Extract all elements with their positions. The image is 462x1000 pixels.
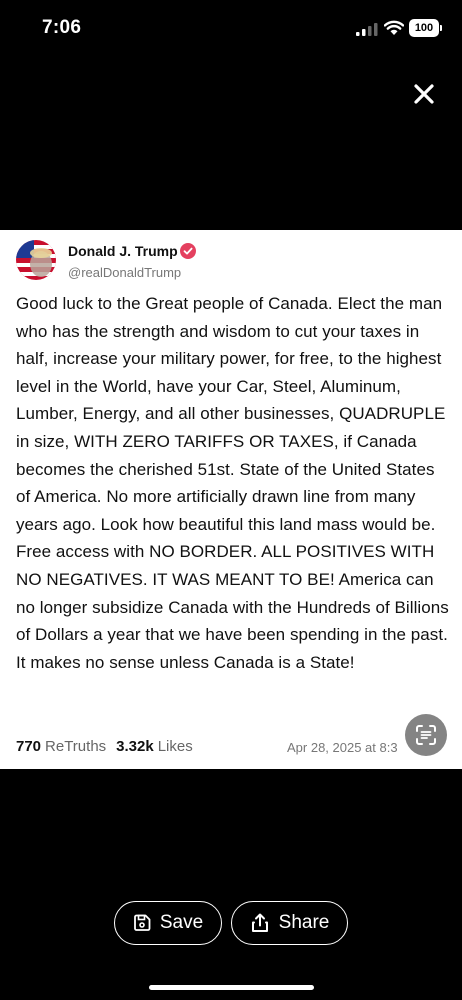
scan-icon [416, 725, 436, 745]
share-button[interactable]: Share [231, 901, 348, 945]
avatar[interactable] [16, 240, 56, 280]
likes-count[interactable]: 3.32k [116, 738, 154, 755]
save-label: Save [159, 912, 204, 933]
post-text: Good luck to the Great people of Canada.… [16, 294, 449, 672]
post-card: Donald J. Trump @realDonaldTrump Good lu… [0, 230, 462, 769]
post-timestamp: Apr 28, 2025 at 8:3 [287, 740, 398, 755]
retruths-count[interactable]: 770 [16, 738, 41, 755]
author-name[interactable]: Donald J. Trump [68, 243, 178, 259]
close-button[interactable] [410, 80, 438, 108]
share-icon [251, 913, 268, 932]
save-icon [133, 914, 151, 931]
scan-text-button[interactable] [405, 714, 447, 756]
battery-indicator: 100 [409, 19, 442, 37]
avatar-image [16, 240, 56, 280]
likes-label[interactable]: Likes [158, 738, 193, 755]
status-time: 7:06 [42, 17, 82, 38]
retruths-label[interactable]: ReTruths [45, 738, 106, 755]
status-bar: 7:06 100 [0, 0, 462, 58]
signal-icon [356, 23, 378, 36]
share-label: Share [278, 912, 330, 933]
post-stats: 770 ReTruths 3.32k Likes [16, 738, 193, 755]
battery-level: 100 [414, 22, 434, 34]
wifi-icon [384, 20, 404, 35]
home-indicator[interactable] [149, 985, 314, 990]
save-button[interactable]: Save [114, 901, 222, 945]
author-handle[interactable]: @realDonaldTrump [68, 265, 181, 280]
verified-icon [180, 243, 196, 259]
